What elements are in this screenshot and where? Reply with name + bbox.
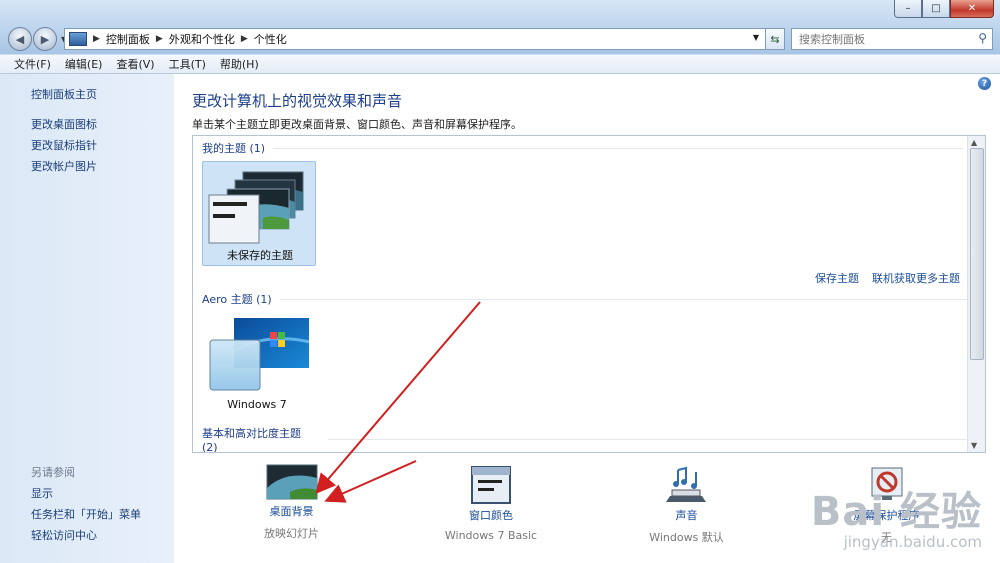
- baidu-watermark: Bai 经验 jingyan.baidu.com: [811, 479, 982, 551]
- get-more-themes-link[interactable]: 联机获取更多主题: [872, 270, 960, 286]
- sound-button[interactable]: 声音 Windows 默认: [639, 466, 734, 545]
- forward-button[interactable]: ▶: [33, 27, 57, 51]
- menu-view[interactable]: 查看(V): [116, 56, 154, 72]
- page-title: 更改计算机上的视觉效果和声音: [192, 92, 403, 110]
- sidebar: 控制面板主页 更改桌面图标 更改鼠标指针 更改帐户图片 另请参阅 显示 任务栏和…: [0, 74, 174, 563]
- search-icon[interactable]: ⚲: [978, 31, 987, 45]
- bottom-sub: 放映幻灯片: [264, 527, 319, 540]
- forward-arrow-icon: ▶: [40, 32, 50, 46]
- group-basic-themes: 基本和高对比度主题 (2): [202, 425, 985, 453]
- scroll-up-icon[interactable]: ▲: [971, 138, 977, 147]
- group-my-themes: 我的主题 (1): [202, 140, 964, 156]
- sidebar-link-account-picture[interactable]: 更改帐户图片: [31, 158, 97, 174]
- menu-edit[interactable]: 编辑(E): [65, 56, 103, 72]
- group-title: Aero 主题 (1): [202, 293, 272, 306]
- desktop-background-icon: [266, 464, 317, 500]
- breadcrumb-appearance[interactable]: 外观和个性化: [169, 31, 235, 47]
- minimize-button[interactable]: –: [894, 0, 922, 18]
- save-theme-link[interactable]: 保存主题: [815, 270, 859, 286]
- main-content: ? 更改计算机上的视觉效果和声音 单击某个主题立即更改桌面背景、窗口颜色、声音和…: [174, 74, 1000, 563]
- menu-file[interactable]: 文件(F): [14, 56, 51, 72]
- breadcrumb-separator-icon[interactable]: ▶: [93, 34, 100, 44]
- scroll-down-icon[interactable]: ▼: [971, 441, 977, 450]
- search-box[interactable]: ⚲: [791, 28, 993, 50]
- group-title: 我的主题 (1): [202, 142, 266, 155]
- see-also-taskbar[interactable]: 任务栏和「开始」菜单: [31, 506, 141, 522]
- windows7-theme-thumbnail-icon[interactable]: [204, 312, 309, 394]
- menu-bar: 文件(F) 编辑(E) 查看(V) 工具(T) 帮助(H): [0, 55, 1000, 74]
- see-also-ease-of-access[interactable]: 轻松访问中心: [31, 527, 97, 543]
- watermark-main: Bai 经验: [810, 489, 982, 535]
- bottom-sub: Windows 7 Basic: [444, 529, 538, 542]
- window-controls: – □ ✕: [894, 0, 994, 18]
- sound-icon: [665, 466, 706, 502]
- group-title: 基本和高对比度主题 (2): [202, 427, 301, 453]
- address-dropdown-icon[interactable]: ▼: [753, 33, 759, 42]
- bottom-label: 窗口颜色: [469, 509, 513, 522]
- control-panel-icon: [69, 32, 87, 46]
- see-also-heading: 另请参阅: [31, 466, 75, 479]
- back-arrow-icon: ◀: [15, 32, 25, 46]
- scroll-thumb[interactable]: [970, 148, 984, 360]
- window-color-button[interactable]: 窗口颜色 Windows 7 Basic: [436, 466, 546, 542]
- breadcrumb-separator-icon[interactable]: ▶: [156, 34, 163, 44]
- menu-tools[interactable]: 工具(T): [169, 56, 206, 72]
- back-button[interactable]: ◀: [8, 27, 32, 51]
- bottom-label: 桌面背景: [269, 505, 314, 518]
- sidebar-link-mouse-pointers[interactable]: 更改鼠标指针: [31, 137, 97, 153]
- navigation-buttons: ◀ ▶ ▼: [8, 27, 67, 51]
- see-also-display[interactable]: 显示: [31, 485, 53, 501]
- refresh-button[interactable]: ⇆: [765, 28, 785, 50]
- page-description: 单击某个主题立即更改桌面背景、窗口颜色、声音和屏幕保护程序。: [192, 118, 522, 131]
- theme-name-windows7: Windows 7: [227, 398, 287, 411]
- refresh-icon: ⇆: [770, 32, 780, 46]
- menu-help[interactable]: 帮助(H): [220, 56, 259, 72]
- breadcrumb-personalization[interactable]: 个性化: [254, 31, 287, 47]
- close-button[interactable]: ✕: [950, 0, 994, 18]
- desktop-background-button[interactable]: 桌面背景 放映幻灯片: [244, 464, 339, 541]
- bottom-label: 声音: [675, 509, 698, 522]
- breadcrumb-separator-icon[interactable]: ▶: [241, 34, 248, 44]
- window-color-icon: [471, 466, 511, 504]
- control-panel-window: – □ ✕ ◀ ▶ ▼ ▶ 控制面板 ▶ 外观和个性化 ▶ 个性化 ▼ ⇆ ⚲ …: [0, 0, 1000, 563]
- search-input[interactable]: [797, 31, 971, 47]
- group-divider: [279, 298, 980, 300]
- help-icon[interactable]: ?: [978, 77, 991, 90]
- title-bar: – □ ✕ ◀ ▶ ▼ ▶ 控制面板 ▶ 外观和个性化 ▶ 个性化 ▼ ⇆ ⚲: [0, 0, 1000, 54]
- breadcrumb-control-panel[interactable]: 控制面板: [106, 31, 150, 47]
- maximize-button[interactable]: □: [922, 0, 950, 18]
- theme-list: 我的主题 (1) 未保存的主题 保存主题 联机获取更多主题 Aero 主题 (1…: [192, 135, 986, 453]
- group-divider: [327, 439, 985, 440]
- theme-name-unsaved: 未保存的主题: [227, 249, 293, 262]
- group-aero-themes: Aero 主题 (1): [202, 291, 980, 307]
- sidebar-link-desktop-icons[interactable]: 更改桌面图标: [31, 116, 97, 132]
- theme-list-scrollbar[interactable]: ▲ ▼: [967, 136, 985, 452]
- bottom-sub: Windows 默认: [649, 531, 724, 544]
- group-divider: [273, 147, 964, 149]
- sidebar-link-home[interactable]: 控制面板主页: [31, 86, 97, 102]
- address-bar[interactable]: ▶ 控制面板 ▶ 外观和个性化 ▶ 个性化 ▼: [64, 28, 766, 50]
